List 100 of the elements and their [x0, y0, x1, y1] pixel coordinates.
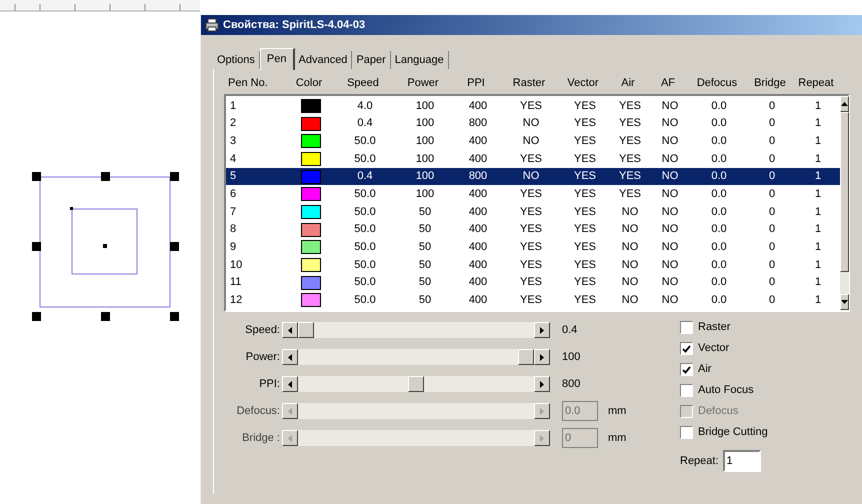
- table-cell-text: 800: [468, 169, 488, 184]
- table-cell-text: NO: [660, 98, 680, 114]
- checkbox[interactable]: [680, 363, 693, 376]
- table-cell-text: YES: [618, 98, 642, 114]
- scroll-right-button[interactable]: [534, 430, 550, 446]
- pen-list[interactable]: [224, 94, 850, 312]
- tab[interactable]: Language: [390, 51, 449, 69]
- checkbox[interactable]: [680, 342, 693, 355]
- scroll-left-button[interactable]: [282, 376, 298, 392]
- table-cell-text: YES: [572, 204, 597, 220]
- table-row[interactable]: 5 0.4 100 800 NO YES YES NO 0.0 0 1: [226, 168, 840, 186]
- table-cell-text: 50.0: [353, 152, 377, 167]
- column-header: Repeat: [797, 76, 835, 91]
- checkbox[interactable]: [680, 321, 693, 334]
- table-cell-text: 9: [230, 240, 238, 256]
- scroll-left-button[interactable]: [282, 403, 298, 419]
- table-row[interactable]: 7 50.0 50 400 YES YES NO NO 0.0 0 1: [226, 203, 840, 221]
- table-cell-text: 0.0: [710, 169, 728, 184]
- table-cell-text: 400: [468, 204, 488, 220]
- table-cell-text: 5: [230, 169, 238, 184]
- table-row[interactable]: 12 50.0 50 400 YES YES NO NO 0.0 0 1: [226, 292, 840, 310]
- table-cell-text: 400: [468, 275, 488, 290]
- table-cell-text: NO: [660, 152, 680, 167]
- table-cell-text: 1: [814, 98, 822, 114]
- table-cell-text: 400: [468, 134, 488, 149]
- tab[interactable]: Paper: [352, 51, 391, 69]
- table-cell-text: 0.0: [710, 258, 728, 273]
- table-cell-text: YES: [572, 134, 597, 149]
- slider-thumb[interactable]: [408, 376, 424, 392]
- table-row[interactable]: 1 4.0 100 400 YES YES YES NO 0.0 0 1: [226, 97, 840, 115]
- column-header: Speed: [346, 76, 380, 91]
- down-arrow-icon: [841, 300, 848, 304]
- checkbox-label: Raster: [698, 320, 730, 336]
- table-cell-text: 400: [468, 258, 488, 273]
- scroll-right-button[interactable]: [534, 403, 550, 419]
- table-cell-text: NO: [620, 293, 640, 308]
- window-title: Свойства: SpiritLS-4.04-03: [223, 18, 366, 33]
- right-arrow-icon: [540, 354, 544, 360]
- repeat-field[interactable]: 1: [722, 450, 761, 472]
- slider-thumb[interactable]: [518, 349, 534, 365]
- table-cell-text: 0.4: [356, 116, 374, 132]
- table-cell-text: 50: [418, 275, 432, 290]
- table-row[interactable]: 6 50.0 100 400 YES YES YES NO 0.0 0 1: [226, 185, 840, 204]
- printer-icon: [205, 18, 219, 32]
- check-icon: [682, 366, 691, 374]
- scroll-left-button[interactable]: [282, 349, 298, 365]
- table-cell-text: 1: [814, 293, 822, 308]
- tab[interactable]: Advanced: [294, 51, 352, 69]
- table-cell-text: YES: [618, 116, 642, 132]
- table-cell-text: 400: [468, 293, 488, 308]
- scroll-right-button[interactable]: [534, 376, 550, 392]
- table-row[interactable]: 2 0.4 100 800 NO YES YES NO 0.0 0 1: [226, 114, 840, 132]
- table-cell-text: YES: [618, 134, 642, 149]
- table-cell-text: YES: [572, 275, 597, 290]
- tab[interactable]: Pen: [260, 48, 294, 70]
- table-cell-text: YES: [518, 275, 543, 290]
- table-row[interactable]: 11 50.0 50 400 YES YES NO NO 0.0 0 1: [226, 274, 840, 292]
- column-header: Defocus: [696, 76, 738, 91]
- table-cell-text: 1: [814, 169, 822, 184]
- table-cell-text: 6: [230, 187, 238, 202]
- table-cell-text: 50.0: [353, 258, 377, 273]
- table-cell-text: NO: [620, 275, 640, 290]
- table-cell-text: 0.0: [710, 293, 728, 308]
- scrollbar[interactable]: [840, 96, 849, 310]
- table-cell-text: YES: [618, 169, 642, 184]
- unit-text: mm: [608, 430, 626, 446]
- table-cell-text: 50: [418, 293, 432, 308]
- checkbox-label: Auto Focus: [698, 383, 754, 398]
- column-header: Vector: [566, 76, 600, 91]
- left-arrow-icon: [288, 380, 292, 388]
- slider-label: PPI:: [258, 376, 281, 392]
- right-arrow-icon: [540, 326, 544, 334]
- table-cell-text: 0: [768, 98, 776, 114]
- table-cell-text: 50.0: [353, 240, 377, 256]
- checkbox[interactable]: [680, 384, 693, 397]
- slider-label: Speed:: [244, 322, 281, 338]
- table-cell-text: YES: [518, 240, 543, 256]
- table-cell-text: 1: [814, 116, 822, 132]
- checkbox[interactable]: [680, 426, 693, 439]
- table-cell-text: 100: [414, 187, 436, 202]
- table-cell-text: 100: [414, 169, 436, 184]
- table-cell-text: NO: [660, 222, 680, 238]
- table-row[interactable]: 8 50.0 50 400 YES YES NO NO 0.0 0 1: [226, 220, 840, 238]
- table-row[interactable]: 4 50.0 100 400 YES YES YES NO 0.0 0 1: [226, 150, 840, 168]
- table-cell-text: 3: [230, 134, 238, 149]
- scroll-right-button[interactable]: [534, 349, 550, 365]
- table-row[interactable]: 3 50.0 100 400 NO YES YES NO 0.0 0 1: [226, 132, 840, 150]
- table-cell-text: 10: [230, 258, 244, 273]
- slider-label: Bridge :: [241, 430, 281, 446]
- scroll-left-button[interactable]: [282, 322, 298, 338]
- table-cell-text: 400: [468, 240, 488, 256]
- scroll-right-button[interactable]: [534, 322, 550, 338]
- slider-thumb[interactable]: [298, 322, 314, 338]
- table-row[interactable]: 10 50.0 50 400 YES YES NO NO 0.0 0 1: [226, 256, 840, 274]
- table-cell-text: NO: [660, 116, 680, 132]
- table-cell-text: NO: [620, 258, 640, 273]
- scroll-left-button[interactable]: [282, 430, 298, 446]
- table-row[interactable]: 9 50.0 50 400 YES YES NO NO 0.0 0 1: [226, 238, 840, 256]
- table-cell-text: YES: [572, 187, 597, 202]
- column-header: AF: [660, 76, 676, 91]
